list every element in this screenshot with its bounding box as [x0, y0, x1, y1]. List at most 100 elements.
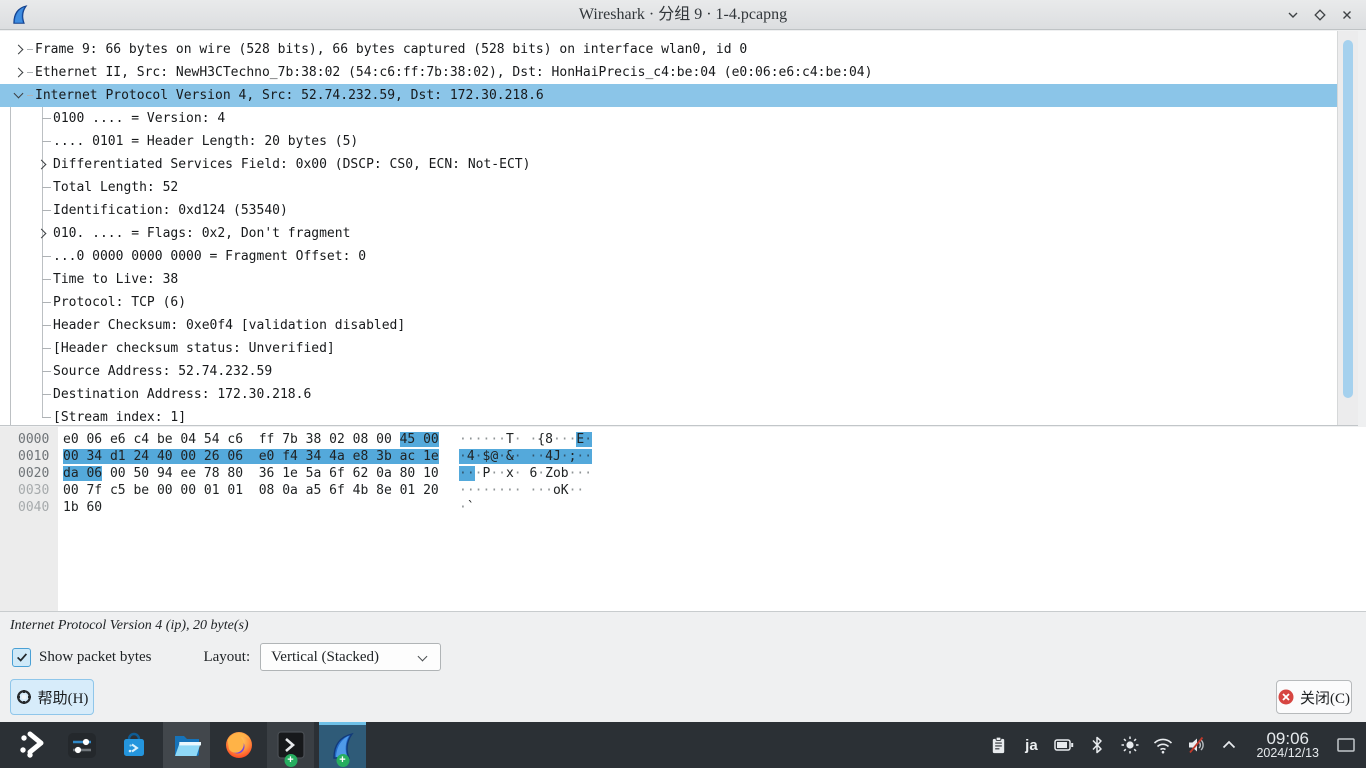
- hex-ascii: ···P··x· 6·Zob···: [459, 465, 592, 482]
- clipboard-icon[interactable]: [986, 722, 1010, 768]
- tree-row-label: Header Checksum: 0xe0f4 [validation disa…: [53, 314, 405, 337]
- packet-bytes-pane[interactable]: 0000e0 06 e6 c4 be 04 54 c6 ff 7b 38 02 …: [0, 427, 1366, 612]
- help-button-label: 帮助(H): [38, 687, 89, 708]
- system-settings-icon: [66, 729, 98, 761]
- hex-row[interactable]: 003000 7f c5 be 00 00 01 01 08 0a a5 6f …: [0, 482, 1366, 499]
- hex-offset: 0010: [18, 448, 63, 465]
- checkmark-icon: [15, 650, 29, 664]
- layout-selected-value: Vertical (Stacked): [271, 649, 379, 665]
- show-packet-bytes-checkbox[interactable]: [12, 648, 31, 667]
- tree-row-label: Source Address: 52.74.232.59: [53, 360, 272, 383]
- clock-time: 09:06: [1256, 730, 1319, 748]
- wireshark-task-button[interactable]: +: [319, 722, 366, 768]
- expand-icon[interactable]: [14, 45, 24, 55]
- tree-row-label: Internet Protocol Version 4, Src: 52.74.…: [35, 84, 544, 107]
- expand-tray-icon[interactable]: [1217, 722, 1241, 768]
- packet-detail-pane[interactable]: Frame 9: 66 bytes on wire (528 bits), 66…: [0, 31, 1358, 426]
- hex-ascii: ·`: [459, 499, 475, 516]
- close-dialog-button[interactable]: 关闭(C): [1276, 680, 1352, 714]
- tree-row-label: [Header checksum status: Unverified]: [53, 337, 335, 360]
- clock-date: 2024/12/13: [1256, 747, 1319, 760]
- hex-row[interactable]: 0020da 06 00 50 94 ee 78 80 36 1e 5a 6f …: [0, 465, 1366, 482]
- close-window-button[interactable]: [1333, 2, 1360, 28]
- close-circle-icon: [1278, 689, 1294, 705]
- window-controls: [1279, 0, 1360, 30]
- minimize-button[interactable]: [1279, 2, 1306, 28]
- tree-row[interactable]: Internet Protocol Version 4, Src: 52.74.…: [0, 84, 1337, 107]
- wifi-icon[interactable]: [1151, 722, 1175, 768]
- folder-icon: [171, 729, 203, 761]
- hex-offset: 0030: [18, 482, 63, 499]
- file-manager-button[interactable]: [163, 722, 210, 768]
- firefox-button[interactable]: [215, 722, 262, 768]
- expand-icon[interactable]: [37, 229, 47, 239]
- hex-offset: 0000: [18, 431, 63, 448]
- tree-row-label: Identification: 0xd124 (53540): [53, 199, 288, 222]
- hex-row[interactable]: 00401b 60·`: [0, 499, 1366, 516]
- new-window-badge: +: [336, 754, 349, 767]
- tree-row[interactable]: Destination Address: 172.30.218.6: [0, 383, 1337, 406]
- battery-icon[interactable]: [1052, 722, 1076, 768]
- show-packet-bytes-label: Show packet bytes: [39, 649, 151, 666]
- tree-row[interactable]: Source Address: 52.74.232.59: [0, 360, 1337, 383]
- titlebar: Wireshark · 分组 9 · 1-4.pcapng: [0, 0, 1366, 30]
- collapse-icon[interactable]: [14, 89, 24, 99]
- tree-row[interactable]: Time to Live: 38: [0, 268, 1337, 291]
- maximize-button[interactable]: [1306, 2, 1333, 28]
- close-icon: [1340, 8, 1354, 22]
- tree-row-label: .... 0101 = Header Length: 20 bytes (5): [53, 130, 358, 153]
- bluetooth-icon[interactable]: [1085, 722, 1109, 768]
- tree-row[interactable]: Frame 9: 66 bytes on wire (528 bits), 66…: [0, 38, 1337, 61]
- new-window-badge: +: [284, 754, 297, 767]
- hex-offset: 0020: [18, 465, 63, 482]
- expand-icon[interactable]: [37, 160, 47, 170]
- tree-row[interactable]: [Header checksum status: Unverified]: [0, 337, 1337, 360]
- tree-row-label: Total Length: 52: [53, 176, 178, 199]
- input-method-indicator[interactable]: ja: [1019, 722, 1043, 768]
- chevron-down-icon: [418, 652, 428, 662]
- clock[interactable]: 09:06 2024/12/13: [1256, 730, 1319, 761]
- hex-row[interactable]: 001000 34 d1 24 40 00 26 06 e0 f4 34 4a …: [0, 448, 1366, 465]
- status-text: Internet Protocol Version 4 (ip), 20 byt…: [10, 618, 249, 634]
- tree-row[interactable]: Differentiated Services Field: 0x00 (DSC…: [0, 153, 1337, 176]
- app-launcher-button[interactable]: [10, 722, 57, 768]
- volume-muted-icon[interactable]: [1184, 722, 1208, 768]
- firefox-icon: [223, 729, 255, 761]
- tree-row-label: Time to Live: 38: [53, 268, 178, 291]
- tree-row-label: ...0 0000 0000 0000 = Fragment Offset: 0: [53, 245, 366, 268]
- tree-row[interactable]: .... 0101 = Header Length: 20 bytes (5): [0, 130, 1337, 153]
- help-button[interactable]: 帮助(H): [10, 679, 94, 715]
- tree-row[interactable]: Identification: 0xd124 (53540): [0, 199, 1337, 222]
- tree-scrollbar[interactable]: [1337, 31, 1358, 425]
- system-tray: ja 09:06 2024/12/13: [986, 722, 1358, 768]
- layout-select[interactable]: Vertical (Stacked): [260, 643, 441, 671]
- system-settings-button[interactable]: [58, 722, 105, 768]
- expand-icon[interactable]: [14, 68, 24, 78]
- help-icon: [16, 689, 32, 705]
- tree-row-label: Ethernet II, Src: NewH3CTechno_7b:38:02 …: [35, 61, 872, 84]
- konsole-button[interactable]: +: [267, 722, 314, 768]
- tree-row[interactable]: Header Checksum: 0xe0f4 [validation disa…: [0, 314, 1337, 337]
- hex-row[interactable]: 0000e0 06 e6 c4 be 04 54 c6 ff 7b 38 02 …: [0, 431, 1366, 448]
- tree-row[interactable]: 010. .... = Flags: 0x2, Don't fragment: [0, 222, 1337, 245]
- tree-row[interactable]: Ethernet II, Src: NewH3CTechno_7b:38:02 …: [0, 61, 1337, 84]
- tree-row[interactable]: ...0 0000 0000 0000 = Fragment Offset: 0: [0, 245, 1337, 268]
- tree-row-label: Frame 9: 66 bytes on wire (528 bits), 66…: [35, 38, 747, 61]
- show-desktop-button[interactable]: [1334, 722, 1358, 768]
- window-title: Wireshark · 分组 9 · 1-4.pcapng: [0, 0, 1366, 30]
- brightness-icon[interactable]: [1118, 722, 1142, 768]
- tree-row-label: [Stream index: 1]: [53, 406, 186, 426]
- hex-ascii: ·4·$@·&· ··4J·;··: [459, 448, 592, 465]
- hex-offset: 0040: [18, 499, 63, 516]
- tree-row-label: 0100 .... = Version: 4: [53, 107, 225, 130]
- tree-row[interactable]: [Stream index: 1]: [0, 406, 1337, 426]
- tree-row-label: Protocol: TCP (6): [53, 291, 186, 314]
- tree-row[interactable]: Protocol: TCP (6): [0, 291, 1337, 314]
- tree-row-label: Destination Address: 172.30.218.6: [53, 383, 311, 406]
- chevron-down-icon: [1286, 8, 1300, 22]
- tree-row[interactable]: Total Length: 52: [0, 176, 1337, 199]
- discover-button[interactable]: [110, 722, 157, 768]
- hex-ascii: ········ ···oK··: [459, 482, 592, 499]
- tree-row[interactable]: 0100 .... = Version: 4: [0, 107, 1337, 130]
- tree-scrollbar-thumb[interactable]: [1343, 40, 1353, 398]
